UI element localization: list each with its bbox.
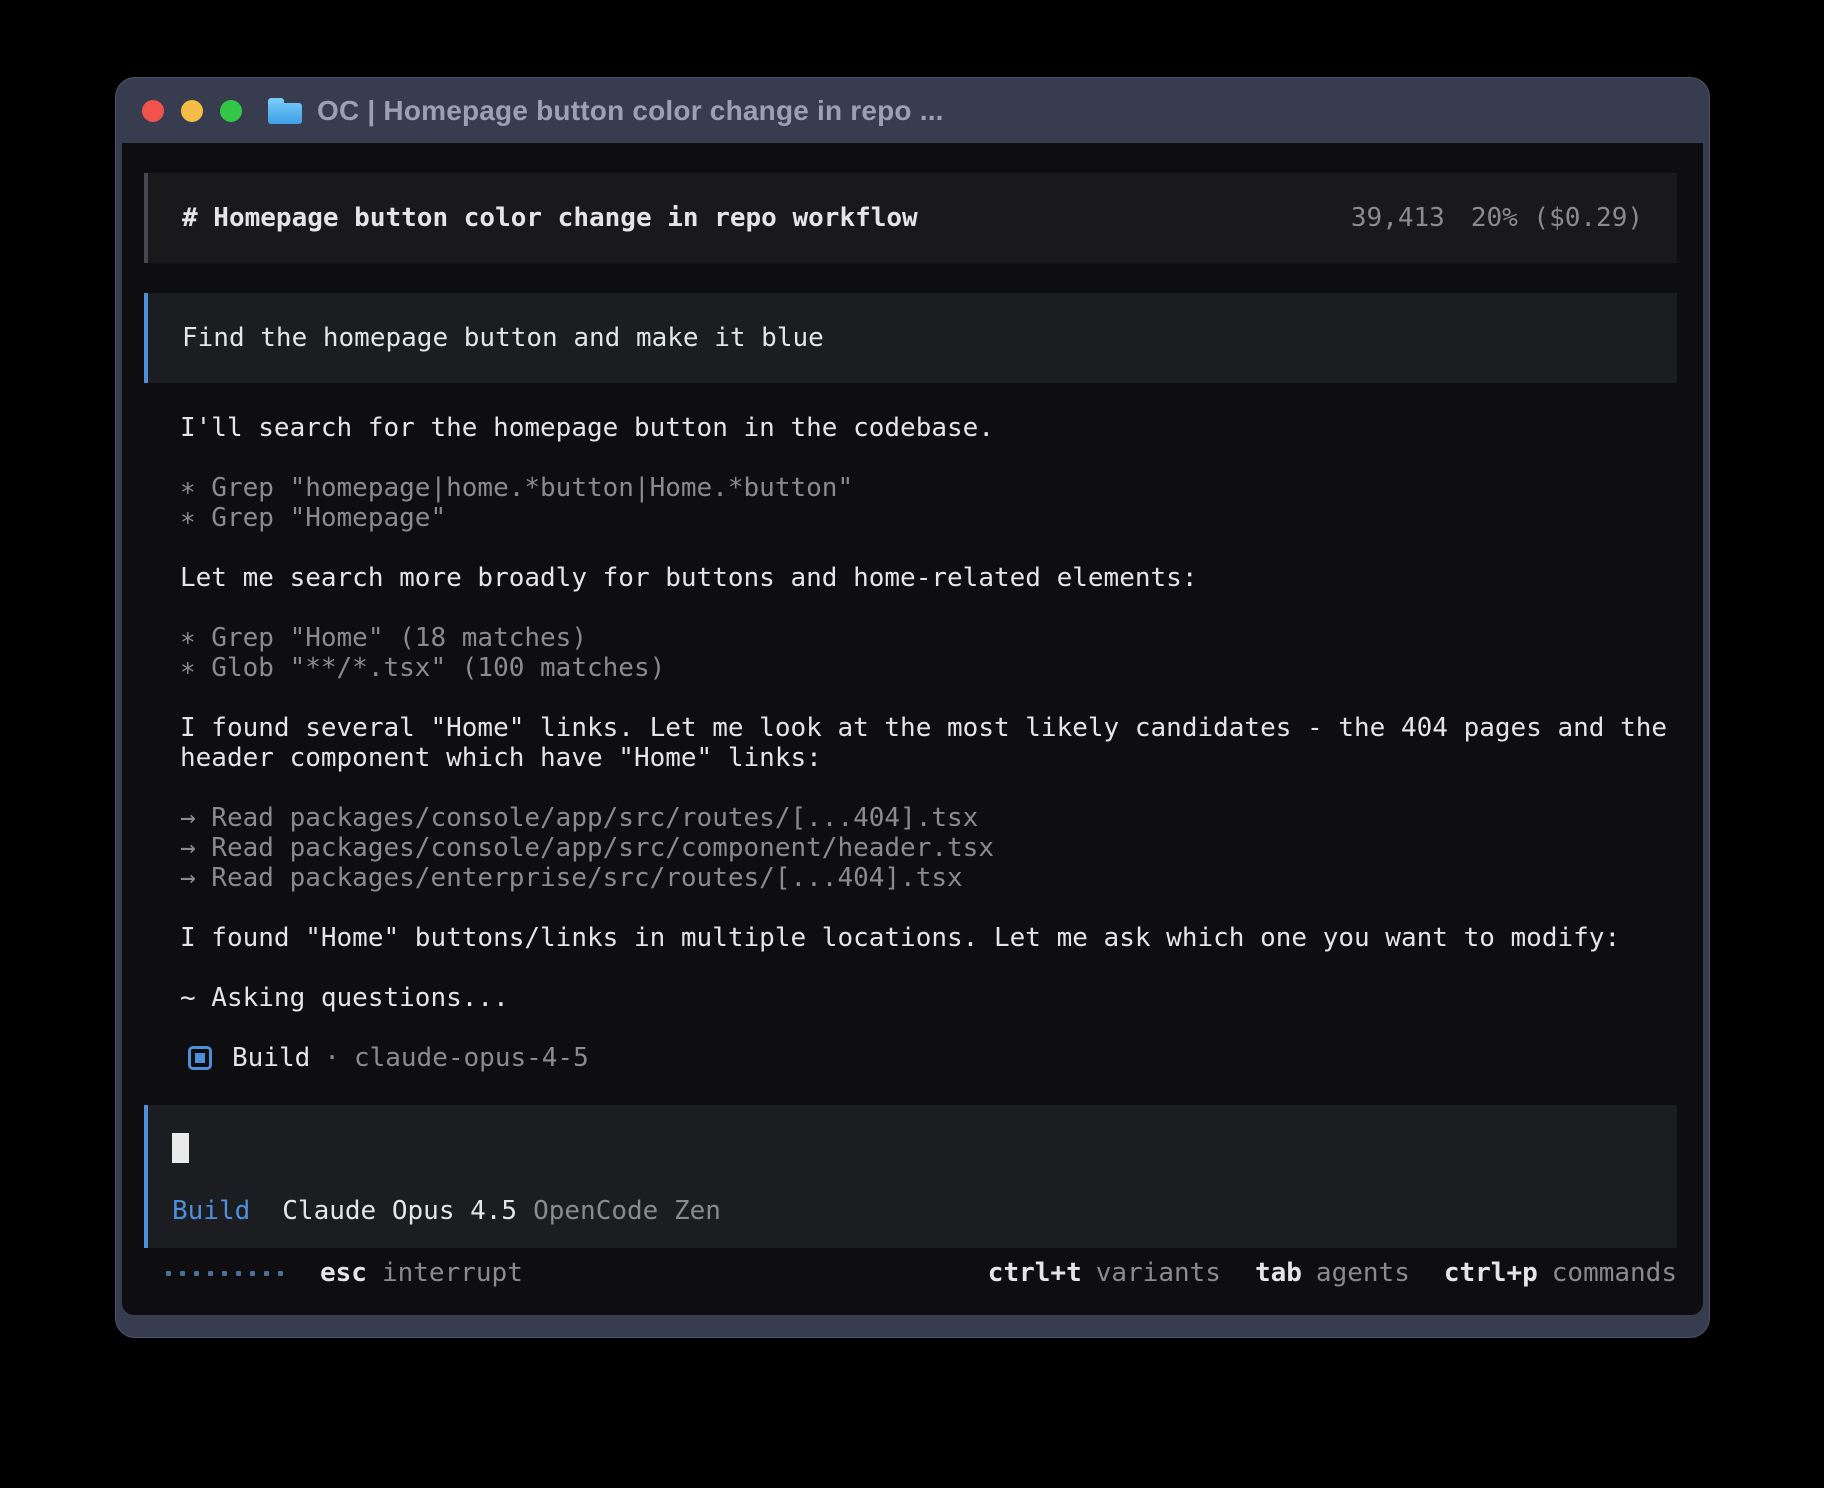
shortcut-key: ctrl+p — [1444, 1258, 1538, 1288]
shortcut-commands: ctrl+p commands — [1444, 1258, 1677, 1288]
window-titlebar[interactable]: OC | Homepage button color change in rep… — [116, 78, 1709, 143]
session-title: # Homepage button color change in repo w… — [182, 203, 918, 233]
status-bar: esc interrupt ctrl+t variants tab agents… — [144, 1258, 1677, 1288]
tool-call-read: → Read packages/console/app/src/componen… — [180, 833, 1677, 863]
input-model-name[interactable]: Claude Opus 4.5 — [282, 1196, 517, 1226]
agent-separator: · — [324, 1043, 340, 1073]
conversation: I'll search for the homepage button in t… — [144, 413, 1677, 1073]
prompt-input[interactable]: Build Claude Opus 4.5 OpenCode Zen — [144, 1105, 1677, 1248]
shortcut-label: commands — [1552, 1258, 1677, 1288]
agent-model-name: claude-opus-4-5 — [354, 1043, 589, 1073]
close-button[interactable] — [142, 100, 164, 122]
context-usage-cost: 20% ($0.29) — [1471, 203, 1643, 233]
tool-call-read: → Read packages/console/app/src/routes/[… — [180, 803, 1677, 833]
agent-status-row: Build · claude-opus-4-5 — [180, 1043, 1677, 1073]
user-message-text: Find the homepage button and make it blu… — [182, 323, 824, 353]
token-count: 39,413 — [1351, 203, 1445, 233]
shortcut-key: ctrl+t — [988, 1258, 1082, 1288]
status-bar-right: ctrl+t variants tab agents ctrl+p comman… — [988, 1258, 1677, 1288]
shortcut-variants: ctrl+t variants — [988, 1258, 1221, 1288]
esc-key-hint: esc — [320, 1258, 367, 1288]
assistant-message: Let me search more broadly for buttons a… — [180, 563, 1677, 593]
terminal-window: OC | Homepage button color change in rep… — [115, 77, 1710, 1338]
window-title: OC | Homepage button color change in rep… — [317, 95, 944, 127]
agent-build-icon — [188, 1046, 212, 1070]
assistant-message: I'll search for the homepage button in t… — [180, 413, 1677, 443]
minimize-button[interactable] — [181, 100, 203, 122]
tool-call-grep: ∗ Grep "Home" (18 matches) — [180, 623, 1677, 653]
text-cursor — [172, 1133, 189, 1163]
session-header: # Homepage button color change in repo w… — [144, 173, 1677, 263]
dotted-spinner-icon — [166, 1271, 283, 1276]
tool-call-glob: ∗ Glob "**/*.tsx" (100 matches) — [180, 653, 1677, 683]
shortcut-key: tab — [1255, 1258, 1302, 1288]
tool-call-grep: ∗ Grep "homepage|home.*button|Home.*butt… — [180, 473, 1677, 503]
folder-icon — [268, 98, 302, 124]
tool-call-grep: ∗ Grep "Homepage" — [180, 503, 1677, 533]
status-bar-left: esc interrupt — [166, 1258, 523, 1288]
session-stats: 39,413 20% ($0.29) — [1351, 203, 1643, 233]
zoom-button[interactable] — [220, 100, 242, 122]
assistant-message: I found "Home" buttons/links in multiple… — [180, 923, 1677, 953]
input-agent-badge[interactable]: Build — [172, 1196, 250, 1226]
shortcut-label: agents — [1316, 1258, 1410, 1288]
agent-name: Build — [232, 1043, 310, 1073]
shortcut-label: variants — [1096, 1258, 1221, 1288]
input-meta-row: Build Claude Opus 4.5 OpenCode Zen — [172, 1196, 1641, 1226]
shortcut-agents: tab agents — [1255, 1258, 1410, 1288]
traffic-lights — [142, 100, 242, 122]
tool-call-group: ∗ Grep "homepage|home.*button|Home.*butt… — [180, 473, 1677, 533]
terminal-content: # Homepage button color change in repo w… — [122, 143, 1703, 1315]
assistant-status-message: ~ Asking questions... — [180, 983, 1677, 1013]
assistant-message: I found several "Home" links. Let me loo… — [180, 713, 1677, 773]
tool-call-read: → Read packages/enterprise/src/routes/[.… — [180, 863, 1677, 893]
tool-call-group: → Read packages/console/app/src/routes/[… — [180, 803, 1677, 893]
user-message: Find the homepage button and make it blu… — [144, 293, 1677, 383]
tool-call-group: ∗ Grep "Home" (18 matches) ∗ Glob "**/*.… — [180, 623, 1677, 683]
input-provider-name: OpenCode Zen — [533, 1196, 721, 1226]
esc-key-label: interrupt — [382, 1258, 523, 1288]
